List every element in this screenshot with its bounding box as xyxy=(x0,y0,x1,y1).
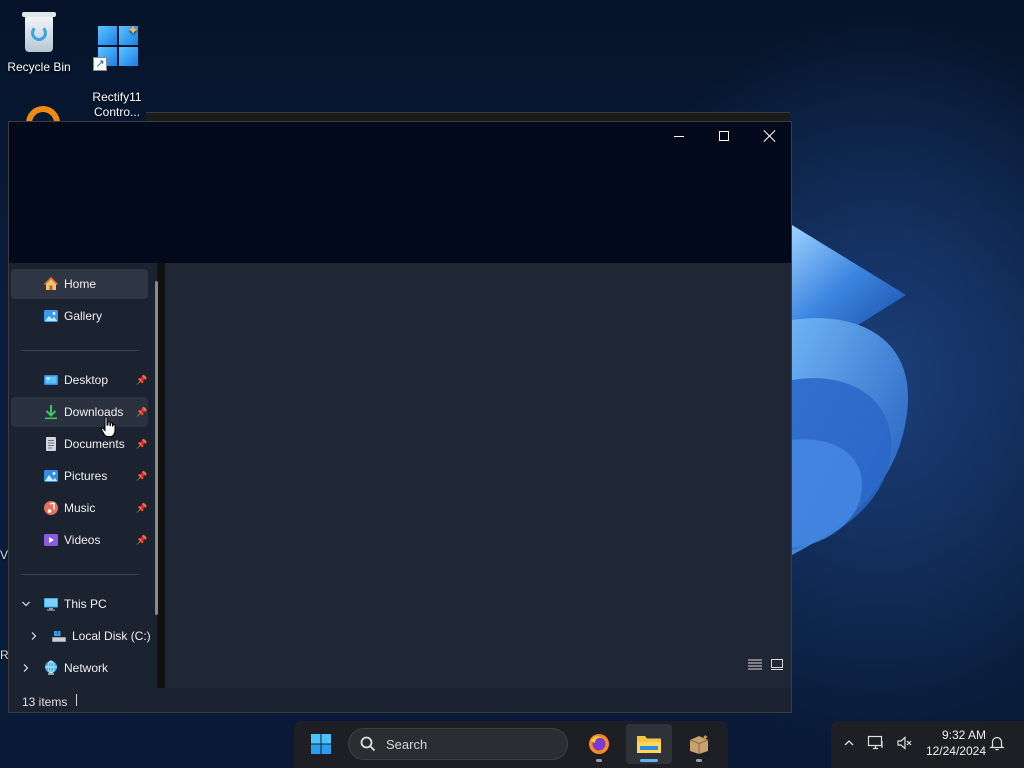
clock-date: 12/24/2024 xyxy=(925,744,986,758)
nav-item-label: Pictures xyxy=(64,469,108,483)
documents-icon xyxy=(43,436,59,452)
maximize-button[interactable] xyxy=(701,122,747,150)
item-count: 13 items xyxy=(22,695,68,709)
taskbar-search-box[interactable]: Search xyxy=(348,728,568,760)
nav-pane-edge xyxy=(157,263,165,688)
chevron-up-icon xyxy=(844,740,854,746)
chevron-right-icon[interactable] xyxy=(21,663,31,673)
nav-item-local-disk[interactable]: Local Disk (C:) xyxy=(11,621,157,651)
shortcut-arrow-icon: ↗ xyxy=(93,57,107,71)
network-icon xyxy=(43,660,59,676)
windows-logo-icon xyxy=(311,734,331,754)
nav-divider xyxy=(21,574,139,575)
desktop-folder-icon xyxy=(43,372,59,388)
taskbar-clock[interactable]: 9:32 AM 12/24/2024 xyxy=(920,727,986,759)
clipped-desktop-label: V xyxy=(0,548,9,562)
clock-time: 9:32 AM xyxy=(941,728,986,742)
nav-scrollbar[interactable] xyxy=(155,281,158,615)
navigation-pane: Home Gallery Desktop 📌 Downloads 📌 Docum… xyxy=(9,263,165,688)
maximize-icon xyxy=(719,131,729,141)
hand-pointer-icon xyxy=(100,416,116,437)
svg-text:✦: ✦ xyxy=(702,733,709,742)
running-indicator xyxy=(696,759,702,762)
close-button[interactable] xyxy=(747,122,791,150)
videos-icon xyxy=(43,532,59,548)
package-icon: ✦ xyxy=(689,733,709,754)
chevron-right-icon[interactable] xyxy=(29,631,39,641)
nav-item-label: Home xyxy=(64,277,97,291)
nav-item-network[interactable]: Network xyxy=(11,653,148,683)
nav-item-label: Desktop xyxy=(64,373,109,387)
volume-button[interactable] xyxy=(896,734,914,752)
taskbar-app-firefox[interactable] xyxy=(576,724,622,764)
active-indicator xyxy=(640,759,658,762)
nav-item-label: Music xyxy=(64,501,96,515)
pin-icon[interactable]: 📌 xyxy=(136,535,147,546)
status-separator xyxy=(76,694,77,706)
nav-item-home[interactable]: Home xyxy=(11,269,148,299)
network-wired-icon xyxy=(867,735,883,750)
pictures-icon xyxy=(43,468,59,484)
pin-icon[interactable]: 📌 xyxy=(136,407,147,418)
large-icons-view-button[interactable] xyxy=(769,656,785,672)
this-pc-icon xyxy=(43,596,59,612)
minimize-icon xyxy=(674,135,684,137)
nav-item-label: Network xyxy=(64,661,109,675)
nav-item-pictures[interactable]: Pictures 📌 xyxy=(11,461,148,491)
rectify11-control-icon: ✦ ↗ xyxy=(93,23,141,71)
file-explorer-icon xyxy=(637,736,661,753)
recycle-bin-icon xyxy=(15,8,63,56)
pin-icon[interactable]: 📌 xyxy=(136,439,147,450)
title-bar[interactable] xyxy=(9,122,791,263)
drive-icon xyxy=(51,628,67,644)
nav-item-this-pc[interactable]: This PC xyxy=(11,589,148,619)
network-status-button[interactable] xyxy=(867,734,885,752)
show-hidden-icons-chevron[interactable] xyxy=(840,734,858,752)
nav-item-music[interactable]: Music 📌 xyxy=(11,493,148,523)
nav-divider xyxy=(21,350,139,351)
details-view-button[interactable] xyxy=(747,656,763,672)
nav-item-label: Videos xyxy=(64,533,101,547)
pin-icon[interactable]: 📌 xyxy=(136,503,147,514)
nav-item-label: This PC xyxy=(64,597,107,611)
nav-item-gallery[interactable]: Gallery xyxy=(11,301,148,331)
nav-item-videos[interactable]: Videos 📌 xyxy=(11,525,148,555)
pin-icon[interactable]: 📌 xyxy=(136,471,147,482)
chevron-down-icon[interactable] xyxy=(21,599,31,609)
taskbar-app-package[interactable]: ✦ xyxy=(676,724,722,764)
firefox-icon xyxy=(589,734,609,754)
details-view-icon xyxy=(748,659,762,670)
nav-item-label: Documents xyxy=(64,437,125,451)
file-list-area[interactable] xyxy=(165,263,791,688)
nav-item-label: Local Disk (C:) xyxy=(72,629,151,643)
status-bar: 13 items xyxy=(9,688,791,712)
bell-icon xyxy=(989,736,1005,751)
running-indicator xyxy=(596,759,602,762)
nav-item-label: Gallery xyxy=(64,309,103,323)
notifications-button[interactable] xyxy=(988,734,1006,752)
start-button[interactable] xyxy=(298,724,344,764)
pin-icon[interactable]: 📌 xyxy=(136,375,147,386)
desktop-icon-rectify11[interactable]: ✦ ↗ Rectify11 Contro... xyxy=(79,8,155,135)
desktop-icon-label: Recycle Bin xyxy=(7,60,71,74)
gallery-icon xyxy=(43,308,59,324)
file-explorer-window: Home Gallery Desktop 📌 Downloads 📌 Docum… xyxy=(8,121,792,713)
search-placeholder: Search xyxy=(386,736,428,752)
tiles-view-icon xyxy=(771,659,783,670)
volume-muted-icon xyxy=(897,736,912,750)
minimize-button[interactable] xyxy=(656,122,702,150)
home-icon xyxy=(43,276,59,292)
taskbar-app-file-explorer[interactable] xyxy=(626,724,672,764)
music-icon xyxy=(43,500,59,516)
nav-item-downloads[interactable]: Downloads 📌 xyxy=(11,397,148,427)
nav-item-desktop[interactable]: Desktop 📌 xyxy=(11,365,148,395)
search-icon xyxy=(360,736,376,752)
download-icon xyxy=(43,404,59,420)
close-icon xyxy=(764,130,776,142)
nav-item-documents[interactable]: Documents 📌 xyxy=(11,429,148,459)
desktop-icon-recycle-bin[interactable]: Recycle Bin xyxy=(1,8,77,75)
desktop-icon-label: Rectify11 Contro... xyxy=(92,90,142,119)
